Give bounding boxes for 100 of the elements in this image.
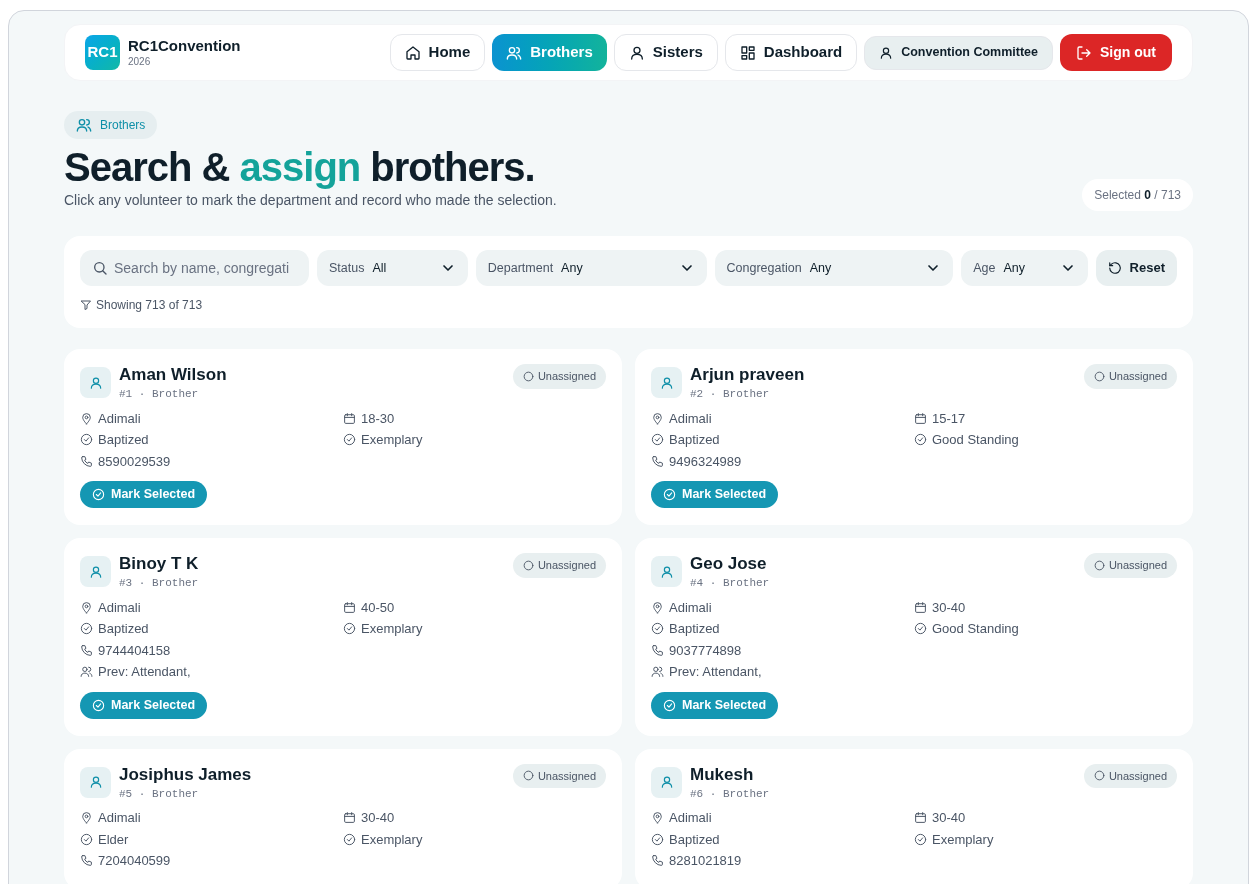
filter-dropdown[interactable]: Department Any bbox=[475, 250, 707, 286]
check-circle-icon bbox=[651, 433, 664, 447]
check-circle-icon bbox=[80, 433, 93, 447]
user-icon bbox=[88, 775, 103, 789]
check-circle-icon bbox=[914, 433, 927, 447]
congregation: Adimali bbox=[669, 809, 712, 827]
standing: Good Standing bbox=[932, 431, 1019, 449]
brand-name: RC1Convention bbox=[128, 36, 241, 56]
status-badge: Unassigned bbox=[1083, 364, 1177, 389]
result-count-text: Showing 713 of 713 bbox=[96, 297, 203, 314]
circle-icon bbox=[1093, 370, 1105, 382]
users-icon bbox=[506, 44, 523, 61]
section-label: Brothers bbox=[100, 117, 146, 134]
location-pin-icon bbox=[651, 811, 664, 825]
age-range: 30-40 bbox=[932, 598, 966, 617]
users-icon bbox=[76, 117, 92, 133]
volunteer-card[interactable]: Geo Jose #4 · Brother Unassigned Adimali Baptized 9037774898 Prev: Attendant, 30-40 Good Standing Mark Selected bbox=[635, 538, 1193, 736]
reset-button[interactable]: Reset bbox=[1095, 250, 1177, 286]
home-icon bbox=[404, 44, 421, 61]
check-circle-icon bbox=[651, 832, 664, 846]
congregation: Adimali bbox=[669, 598, 712, 617]
search-icon bbox=[92, 260, 108, 276]
age-range: 30-40 bbox=[932, 809, 966, 827]
calendar-icon bbox=[914, 811, 927, 825]
calendar-icon bbox=[343, 411, 356, 425]
user-icon bbox=[88, 375, 103, 390]
baptism-status: Baptized bbox=[98, 620, 149, 638]
filter-dropdown[interactable]: Status All bbox=[317, 250, 468, 286]
phone-icon bbox=[80, 454, 93, 468]
check-circle-icon bbox=[80, 622, 93, 636]
check-circle-icon bbox=[914, 832, 927, 846]
standing: Exemplary bbox=[932, 830, 994, 849]
age-range: 40-50 bbox=[361, 598, 395, 617]
volunteer-name: Binoy T K bbox=[119, 553, 199, 575]
selected-counter: Selected 0 / 713 bbox=[1082, 179, 1193, 211]
location-pin-icon bbox=[651, 411, 664, 425]
nav-tab[interactable]: Home bbox=[389, 34, 486, 71]
user-icon bbox=[628, 44, 645, 61]
location-pin-icon bbox=[80, 600, 93, 614]
standing: Exemplary bbox=[361, 431, 423, 449]
status-badge: Unassigned bbox=[512, 364, 606, 389]
congregation: Adimali bbox=[98, 409, 141, 428]
volunteer-card[interactable]: Arjun praveen #2 · Brother Unassigned Adimali Baptized 9496324989 15-17 Good Standing Mark Selected bbox=[635, 349, 1193, 525]
brand-year: 2026 bbox=[128, 55, 152, 69]
phone-number: 9037774898 bbox=[669, 641, 742, 660]
search-field[interactable]: Search by name, congregati bbox=[80, 250, 309, 286]
volunteer-meta: #5 · Brother bbox=[119, 786, 200, 802]
volunteer-card[interactable]: Aman Wilson #1 · Brother Unassigned Adimali Baptized 8590029539 18-30 Exemplary Mark Selected bbox=[64, 349, 622, 525]
filter-icon bbox=[80, 299, 92, 311]
phone-number: 8590029539 bbox=[98, 452, 171, 471]
volunteer-card[interactable]: Josiphus James #5 · Brother Unassigned Adimali Elder 7204040599 30-40 Exemplary bbox=[64, 748, 622, 884]
nav-tab[interactable]: Dashboard bbox=[724, 34, 858, 71]
age-range: 15-17 bbox=[932, 409, 966, 428]
check-circle-icon bbox=[80, 832, 93, 846]
calendar-icon bbox=[914, 600, 927, 614]
logo: RC1 bbox=[85, 35, 120, 70]
phone-icon bbox=[651, 854, 664, 868]
check-circle-icon bbox=[663, 488, 676, 501]
calendar-icon bbox=[343, 811, 356, 825]
sign-out-icon bbox=[1076, 44, 1092, 61]
location-pin-icon bbox=[80, 411, 93, 425]
circle-icon bbox=[1093, 770, 1105, 782]
user-icon bbox=[659, 775, 674, 789]
previous-role: Prev: Attendant, bbox=[98, 663, 191, 681]
user-icon bbox=[88, 564, 103, 579]
sign-out-button[interactable]: Sign out bbox=[1060, 34, 1172, 71]
congregation: Adimali bbox=[98, 809, 141, 827]
baptism-status: Elder bbox=[98, 830, 129, 849]
filter-dropdown[interactable]: Age Any bbox=[961, 250, 1088, 286]
check-circle-icon bbox=[651, 622, 664, 636]
location-pin-icon bbox=[651, 600, 664, 614]
check-circle-icon bbox=[343, 832, 356, 846]
user-icon bbox=[659, 375, 674, 390]
phone-icon bbox=[80, 854, 93, 868]
status-badge: Unassigned bbox=[1083, 553, 1177, 578]
check-circle-icon bbox=[663, 698, 676, 712]
page-subtitle: Click any volunteer to mark the department and record who made the selection. bbox=[64, 191, 557, 210]
volunteer-meta: #2 · Brother bbox=[690, 387, 771, 402]
user-icon bbox=[659, 564, 674, 579]
volunteer-meta: #3 · Brother bbox=[119, 576, 199, 591]
congregation: Adimali bbox=[98, 598, 141, 617]
volunteer-name: Josiphus James bbox=[119, 763, 252, 786]
phone-icon bbox=[651, 643, 664, 657]
circle-icon bbox=[522, 770, 534, 782]
phone-number: 8281021819 bbox=[669, 852, 742, 870]
reset-icon bbox=[1107, 261, 1122, 275]
filter-dropdown[interactable]: Congregation Any bbox=[714, 250, 954, 286]
check-circle-icon bbox=[92, 698, 105, 712]
users-icon bbox=[651, 665, 664, 679]
volunteer-card[interactable]: Mukesh #6 · Brother Unassigned Adimali Baptized 8281021819 30-40 Exemplary bbox=[635, 748, 1193, 884]
age-range: 30-40 bbox=[361, 809, 395, 827]
standing: Exemplary bbox=[361, 830, 423, 849]
volunteer-name: Arjun praveen bbox=[690, 364, 805, 386]
user-badge: Convention Committee bbox=[864, 35, 1053, 70]
check-circle-icon bbox=[92, 488, 105, 501]
status-badge: Unassigned bbox=[1083, 763, 1177, 788]
status-badge: Unassigned bbox=[512, 553, 606, 578]
volunteer-card[interactable]: Binoy T K #3 · Brother Unassigned Adimali Baptized 9744404158 Prev: Attendant, 40-50 Exemplary Mark Selected bbox=[64, 538, 622, 736]
volunteer-name: Geo Jose bbox=[690, 553, 768, 575]
nav-tab[interactable]: Sisters bbox=[613, 34, 718, 71]
